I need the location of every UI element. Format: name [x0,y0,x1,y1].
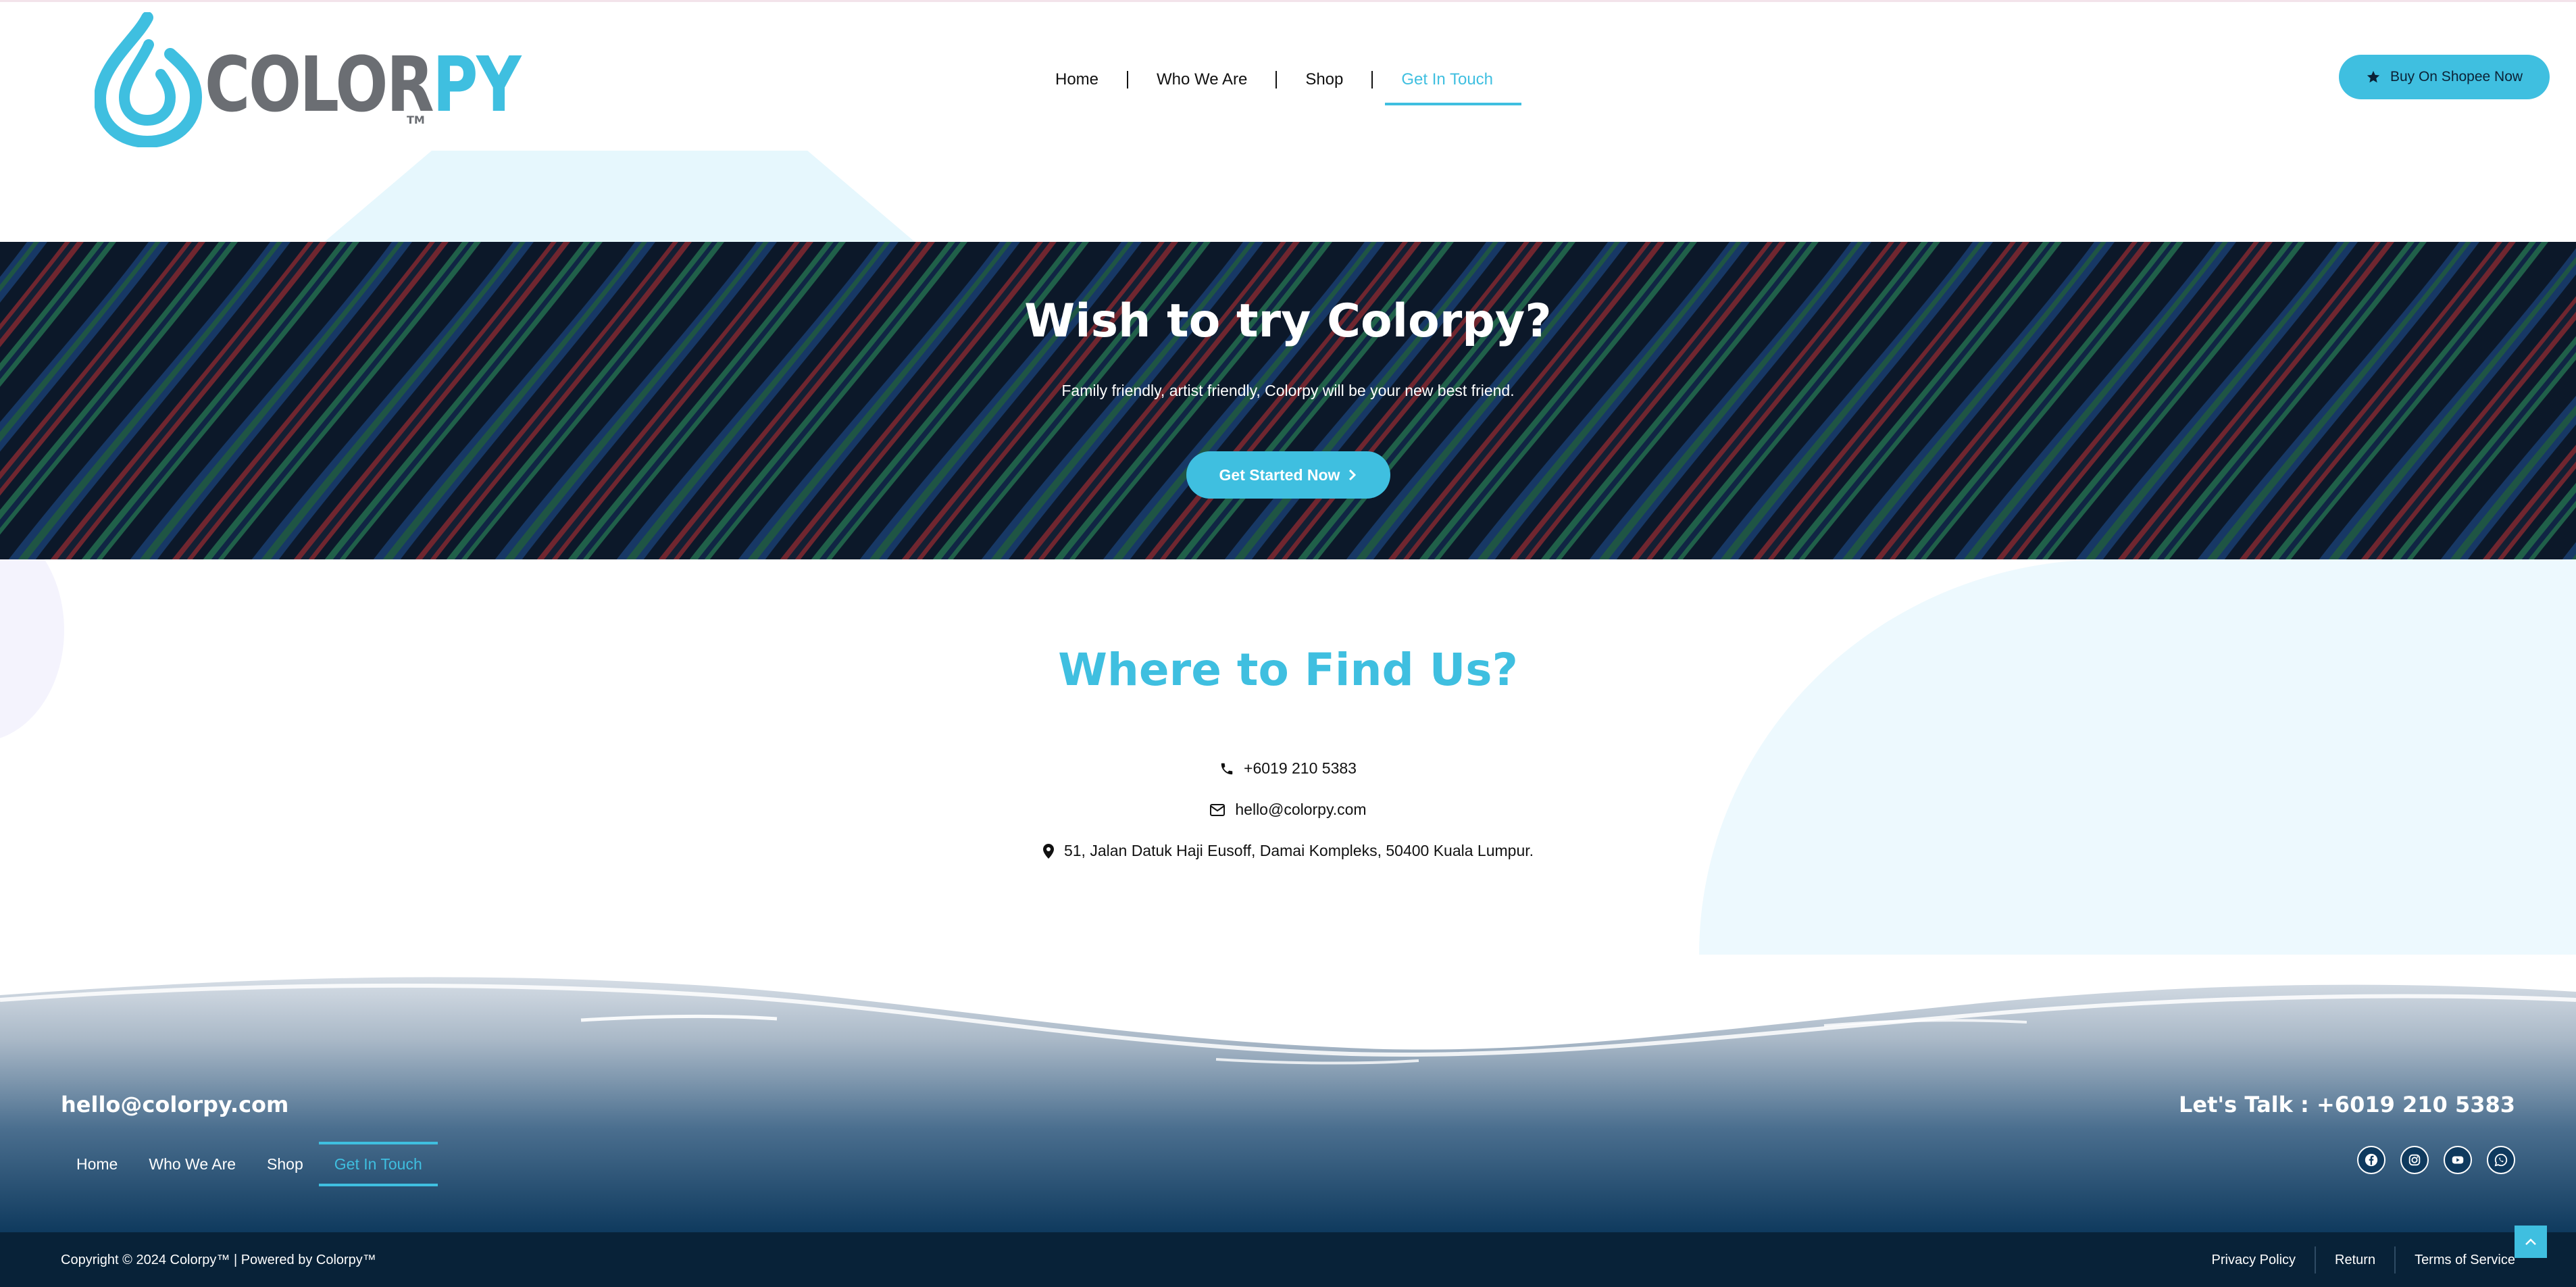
map-pin-icon [1042,843,1054,859]
facebook-icon[interactable] [2357,1146,2385,1174]
envelope-icon [1210,803,1226,816]
footer-nav-home[interactable]: Home [61,1142,133,1186]
find-us-section: Where to Find Us? +6019 210 5383 hello@c… [0,559,2576,958]
buy-on-shopee-button[interactable]: Buy On Shopee Now [2339,55,2550,99]
logo-trademark: TM [407,113,425,126]
terms-of-service-link[interactable]: Terms of Service [2396,1253,2515,1268]
site-logo[interactable]: COLORPY TM [95,12,522,147]
footer-phone[interactable]: Let's Talk : +6019 210 5383 [2179,1092,2515,1117]
footer-bottom-bar: Copyright © 2024 Colorpy™ | Powered by C… [0,1232,2576,1287]
find-us-title: Where to Find Us? [1058,644,1518,696]
hero-title: Wish to try Colorpy? [1024,295,1552,348]
star-icon [2367,70,2380,83]
footer-email[interactable]: hello@colorpy.com [61,1092,288,1117]
contact-address[interactable]: 51, Jalan Datuk Haji Eusoff, Damai Kompl… [0,842,2576,860]
phone-icon [1221,763,1233,774]
contact-phone-text: +6019 210 5383 [1244,759,1357,777]
social-links [2357,1146,2515,1174]
site-footer: hello@colorpy.com Let's Talk : +6019 210… [0,958,2576,1232]
site-header: COLORPY TM Home Who We Are Shop Get In T… [0,2,2576,245]
youtube-icon[interactable] [2444,1146,2472,1174]
copyright-text: Copyright © 2024 Colorpy™ | Powered by C… [61,1253,376,1267]
footer-wave-decoration [0,958,2576,1065]
instagram-icon[interactable] [2400,1146,2429,1174]
nav-who-we-are[interactable]: Who We Are [1128,70,1276,89]
droplet-logo-icon [95,12,203,147]
footer-nav-who-we-are[interactable]: Who We Are [133,1142,251,1186]
hero-banner: Wish to try Colorpy? Family friendly, ar… [0,242,2576,559]
hero-overlay [0,242,2576,559]
get-started-label: Get Started Now [1219,465,1340,484]
chevron-up-icon [2525,1238,2536,1245]
get-started-button[interactable]: Get Started Now [1186,451,1390,499]
logo-wordmark: COLORPY [205,41,522,129]
decorative-blob-right [1699,559,2576,955]
legal-links: Privacy Policy Return Terms of Service [2193,1246,2515,1274]
privacy-policy-link[interactable]: Privacy Policy [2193,1253,2315,1268]
buy-on-shopee-label: Buy On Shopee Now [2390,69,2523,84]
main-nav: Home Who We Are Shop Get In Touch [1027,59,1521,105]
whatsapp-icon[interactable] [2487,1146,2515,1174]
nav-home[interactable]: Home [1027,70,1127,89]
scroll-to-top-button[interactable] [2515,1226,2547,1258]
footer-nav-shop[interactable]: Shop [251,1142,319,1186]
contact-email[interactable]: hello@colorpy.com [0,801,2576,819]
contact-address-text: 51, Jalan Datuk Haji Eusoff, Damai Kompl… [1063,842,1534,859]
header-decorative-shape [320,151,919,245]
footer-nav-get-in-touch[interactable]: Get In Touch [318,1142,438,1186]
nav-get-in-touch[interactable]: Get In Touch [1373,70,1521,105]
contact-phone[interactable]: +6019 210 5383 [0,759,2576,778]
nav-shop[interactable]: Shop [1277,70,1371,89]
contact-email-text: hello@colorpy.com [1235,801,1367,818]
return-link[interactable]: Return [2316,1253,2394,1268]
footer-nav: Home Who We Are Shop Get In Touch [61,1142,438,1186]
hero-subtitle: Family friendly, artist friendly, Colorp… [1061,382,1515,399]
chevron-right-icon [1349,469,1357,481]
